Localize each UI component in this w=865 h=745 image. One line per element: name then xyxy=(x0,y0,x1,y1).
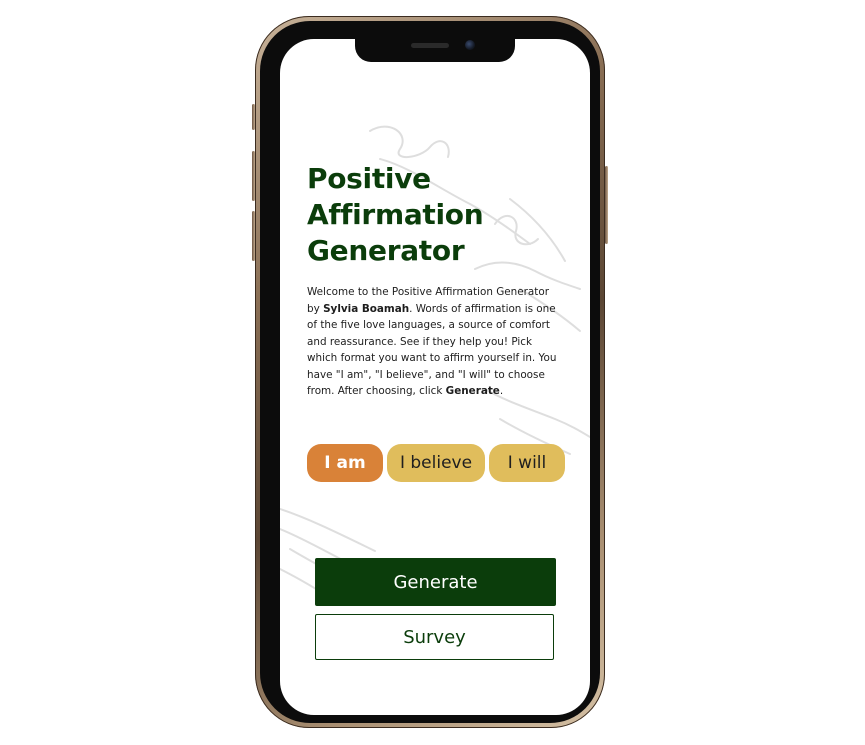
generate-reference: Generate xyxy=(445,385,500,397)
notch xyxy=(355,37,515,62)
volume-down-button xyxy=(252,211,255,261)
power-button xyxy=(605,166,608,244)
author-name: Sylvia Boamah xyxy=(323,302,410,315)
front-camera xyxy=(465,40,475,50)
mute-switch xyxy=(252,104,255,130)
intro-paragraph: Welcome to the Positive Affirmation Gene… xyxy=(307,284,562,400)
option-i-will-button[interactable]: I will xyxy=(489,444,565,482)
intro-text-3: . xyxy=(499,385,504,397)
option-i-believe-button[interactable]: I believe xyxy=(387,444,485,482)
volume-up-button xyxy=(252,151,255,201)
format-options: I am I believe I will xyxy=(307,444,565,482)
speaker-grille xyxy=(411,43,449,48)
phone-frame: Positive Affirmation Generator Welcome t… xyxy=(252,16,608,728)
page-title: Positive Affirmation Generator xyxy=(307,162,484,267)
generate-button[interactable]: Generate xyxy=(315,558,556,606)
option-i-am-button[interactable]: I am xyxy=(307,444,383,482)
survey-button[interactable]: Survey xyxy=(315,614,554,660)
intro-text-2: . Words of affirmation is one of the fiv… xyxy=(307,302,557,398)
app-screen: Positive Affirmation Generator Welcome t… xyxy=(280,39,590,715)
phone-bezel: Positive Affirmation Generator Welcome t… xyxy=(260,21,600,723)
